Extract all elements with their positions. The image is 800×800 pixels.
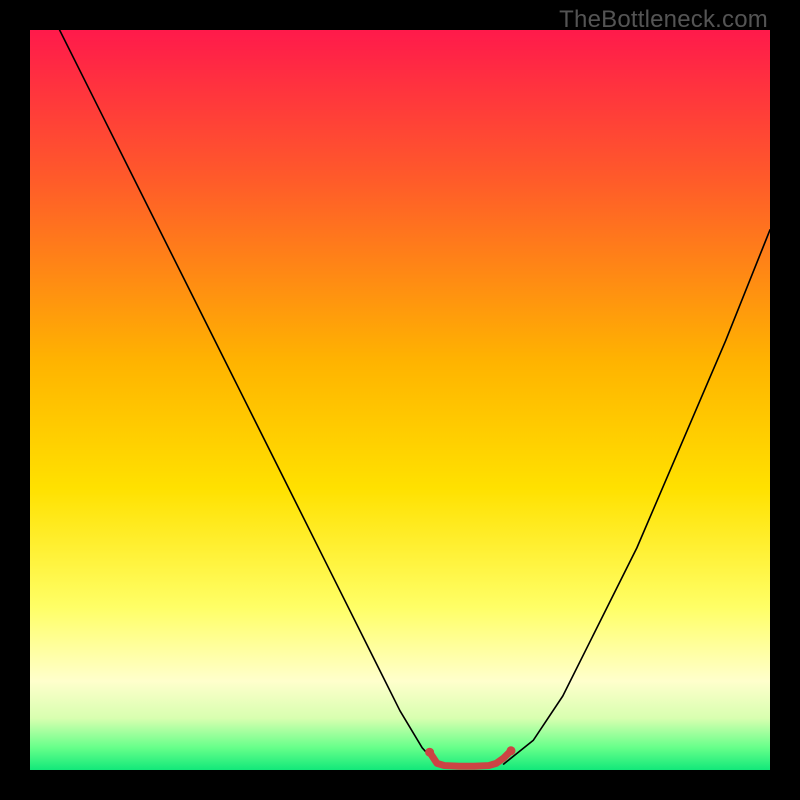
valley-marker bbox=[507, 746, 516, 755]
valley-marker bbox=[425, 748, 434, 757]
watermark-text: TheBottleneck.com bbox=[559, 6, 768, 34]
chart-svg bbox=[30, 30, 770, 770]
gradient-background bbox=[30, 30, 770, 770]
chart-frame: TheBottleneck.com bbox=[0, 0, 800, 800]
plot-area bbox=[30, 30, 770, 770]
